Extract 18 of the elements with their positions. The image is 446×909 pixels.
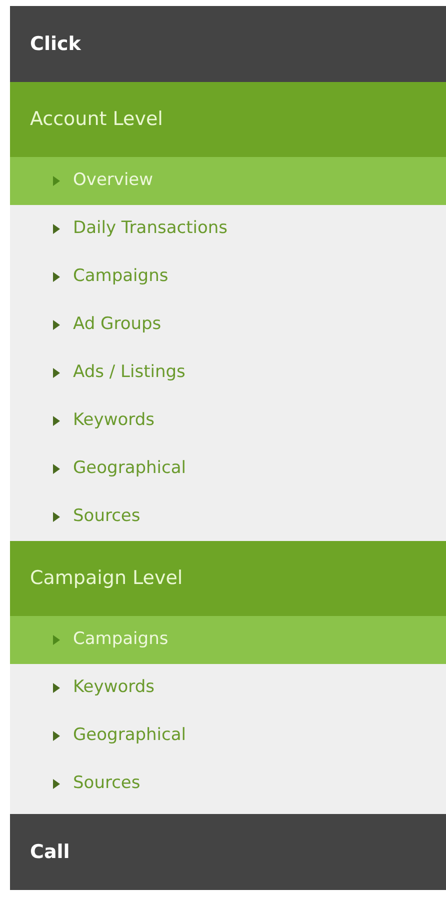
menu-item[interactable]: Campaigns — [10, 616, 446, 664]
group-header[interactable]: Account Level — [10, 82, 446, 157]
triangle-icon — [53, 368, 60, 378]
menu-item[interactable]: Overview — [10, 157, 446, 205]
triangle-icon — [53, 224, 60, 234]
group-header[interactable]: Campaign Level — [10, 541, 446, 616]
triangle-icon — [53, 320, 60, 330]
triangle-icon — [53, 272, 60, 282]
category-header[interactable]: Click — [10, 6, 446, 82]
triangle-icon — [53, 683, 60, 693]
triangle-icon — [53, 512, 60, 522]
triangle-icon — [53, 464, 60, 474]
triangle-icon — [53, 416, 60, 426]
triangle-icon — [53, 731, 60, 741]
triangle-icon — [53, 176, 60, 186]
triangle-icon — [53, 779, 60, 789]
category-header[interactable]: Call — [10, 814, 446, 890]
triangle-icon — [53, 635, 60, 645]
